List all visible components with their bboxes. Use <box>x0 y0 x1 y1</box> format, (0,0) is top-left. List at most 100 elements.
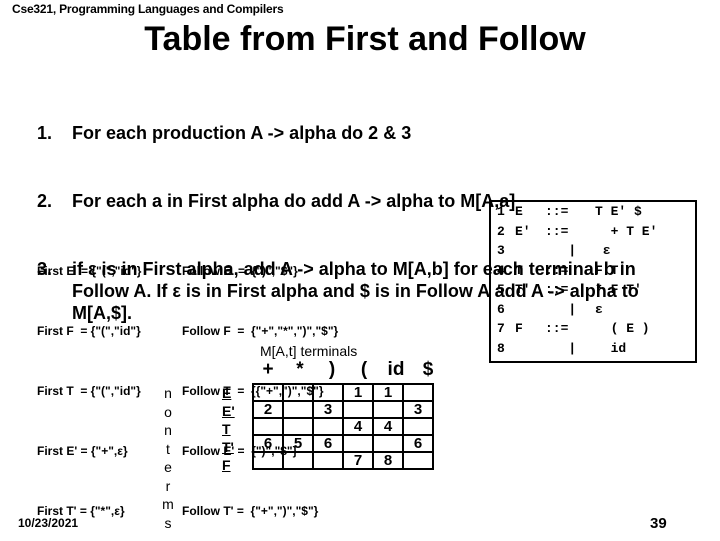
table-row: 6566 <box>252 434 434 453</box>
table-cell: 3 <box>312 400 344 419</box>
production-number: 4 <box>497 262 505 278</box>
production-rhs: id <box>595 340 627 356</box>
table-row: 11 <box>252 383 434 402</box>
table-cell: 6 <box>402 434 434 453</box>
grammar-production: 3 | ε <box>491 241 695 261</box>
table-cell: 3 <box>402 400 434 419</box>
first-set-row: First F = {"(","id"} <box>37 324 141 338</box>
table-cell <box>312 417 344 436</box>
terminal-header: * <box>296 359 304 380</box>
grammar-box: 1 E::= T E' $2 E'::= + T E' 3 | ε 4 T::= F T' 5 T… <box>489 200 697 363</box>
table-cell <box>282 400 314 419</box>
table-cell: 7 <box>342 451 374 470</box>
table-cell <box>252 383 284 402</box>
production-operator: ::= <box>545 321 569 336</box>
step-number: 1. <box>37 123 53 143</box>
parse-table-title: M[A,t] terminals <box>260 343 358 359</box>
nonterminal-label: E' <box>222 403 235 419</box>
grammar-production: 2 E'::= + T E' <box>491 222 695 242</box>
production-rhs: ε <box>595 301 603 317</box>
table-cell: 8 <box>372 451 404 470</box>
production-rhs: ( E ) <box>595 321 650 336</box>
first-set-row: First T = {"(","id"} <box>37 384 141 398</box>
vertical-label-letter: s <box>164 514 172 531</box>
production-rhs: ε <box>595 243 611 258</box>
production-lhs: T' <box>515 282 531 297</box>
production-number: 2 <box>497 223 505 239</box>
table-cell: 1 <box>372 383 404 402</box>
grammar-production: 4 T::= F T' <box>491 261 695 281</box>
first-set-row: First E = {"(","id"} <box>37 264 142 278</box>
table-cell <box>282 383 314 402</box>
nonterminal-label: E <box>222 385 232 401</box>
table-cell <box>312 383 344 402</box>
table-cell: 6 <box>312 434 344 453</box>
first-sets: First E = {"(","id"} First F = {"(","id"… <box>37 221 141 541</box>
table-cell <box>252 451 284 470</box>
production-lhs: T <box>515 262 523 278</box>
grammar-production: 7 F::= ( E ) <box>491 319 695 339</box>
nonterminal-row-labels: E E' T T' F <box>222 384 235 474</box>
vertical-label-letter: n <box>164 385 172 401</box>
production-number: 3 <box>497 243 505 258</box>
production-rhs: T E' $ <box>595 204 642 219</box>
parse-table: 1123344656678 <box>252 383 434 470</box>
follow-set-row: Follow E = {")","$"} <box>182 264 298 278</box>
vertical-label-letter: o <box>164 403 172 420</box>
production-number: 5 <box>497 282 505 297</box>
table-cell <box>402 417 434 436</box>
terminal-header: + <box>262 359 274 380</box>
vertical-label-letter: m <box>162 496 174 512</box>
vertical-label-letter: r <box>165 477 171 494</box>
production-number: 7 <box>497 321 505 336</box>
follow-set-row: Follow T' = {"+",")","$"} <box>182 504 319 518</box>
table-cell: 2 <box>252 400 284 419</box>
table-cell <box>402 451 434 470</box>
production-operator: ::= <box>545 223 569 239</box>
table-cell: 1 <box>342 383 374 402</box>
production-operator: ::= <box>545 282 569 297</box>
production-lhs: E' <box>515 223 531 239</box>
production-operator: | <box>545 243 577 258</box>
terminal-header: $ <box>422 359 434 380</box>
production-lhs: F <box>515 321 523 336</box>
table-cell <box>342 400 374 419</box>
vertical-label-letter: n <box>164 422 172 438</box>
production-operator: ::= <box>545 204 569 219</box>
nonterminal-label: T <box>222 421 231 437</box>
nonterminal-label: T' <box>222 439 234 455</box>
table-row: 44 <box>252 417 434 436</box>
terminal-header: id <box>387 359 405 380</box>
step-text: For each a in First alpha do add A -> al… <box>72 191 516 211</box>
production-rhs: * F T' <box>595 282 642 297</box>
production-rhs: + T E' <box>595 223 658 239</box>
vertical-label-letter: t <box>166 440 170 457</box>
production-number: 1 <box>497 204 505 219</box>
table-cell <box>372 400 404 419</box>
grammar-production: 6 | ε <box>491 300 695 320</box>
step-item: 1. For each production A -> alpha do 2 &… <box>37 122 677 144</box>
slide-title: Table from First and Follow <box>144 20 586 58</box>
table-cell <box>282 451 314 470</box>
production-lhs: E <box>515 204 523 219</box>
production-number: 8 <box>497 340 505 356</box>
production-operator: ::= <box>545 262 569 278</box>
terminal-header: ( <box>360 359 368 380</box>
table-cell <box>372 434 404 453</box>
table-cell: 4 <box>372 417 404 436</box>
nonterminal-label: F <box>222 457 231 473</box>
grammar-production: 8 | id <box>491 339 695 359</box>
production-rhs: F T' <box>595 262 627 278</box>
course-header: Cse321, Programming Languages and Compil… <box>12 2 284 16</box>
nonterminals-vertical-label: nonterms <box>162 384 174 532</box>
table-cell <box>402 383 434 402</box>
follow-set-row: Follow F = {"+","*",")","$"} <box>182 324 339 338</box>
step-number: 2. <box>37 191 53 211</box>
footer-date: 10/23/2021 <box>18 516 79 530</box>
grammar-production: 1 E::= T E' $ <box>491 202 695 222</box>
table-cell: 6 <box>252 434 284 453</box>
table-cell <box>252 417 284 436</box>
step-text: For each production A -> alpha do 2 & 3 <box>72 123 412 143</box>
table-cell: 5 <box>282 434 314 453</box>
production-operator: | <box>545 340 577 356</box>
